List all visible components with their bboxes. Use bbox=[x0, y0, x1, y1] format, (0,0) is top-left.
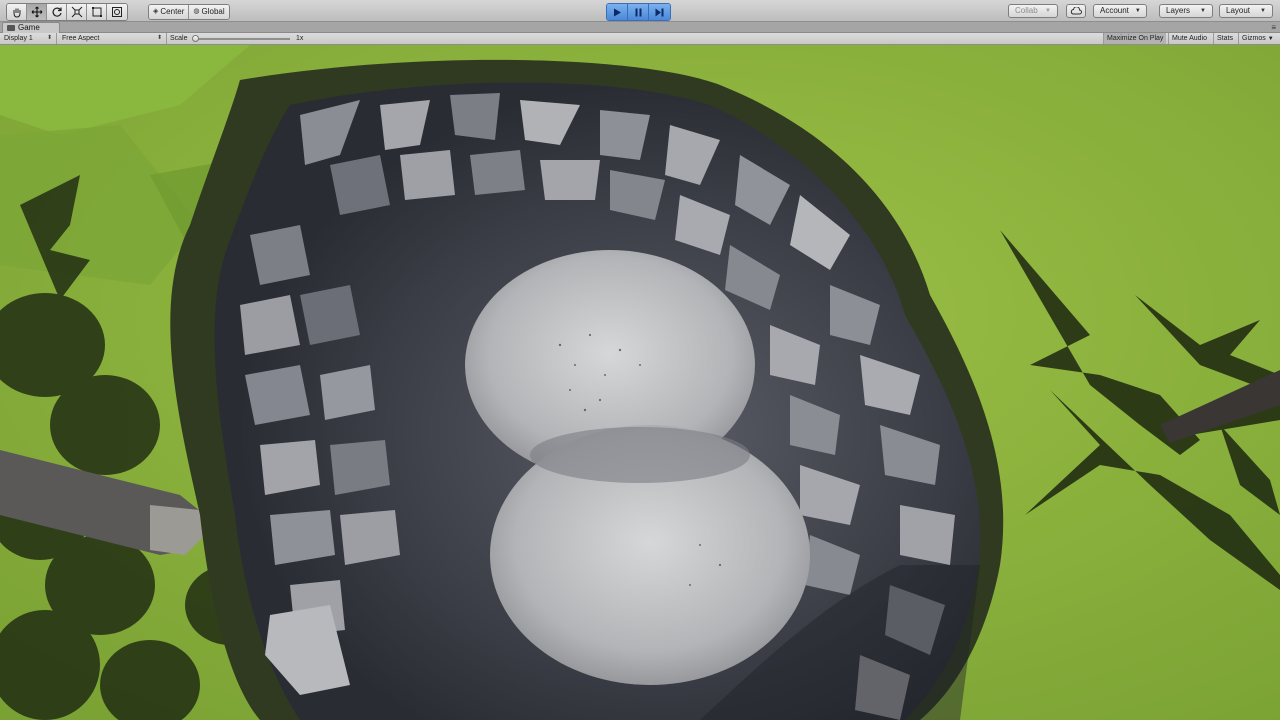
collab-label: Collab bbox=[1015, 6, 1038, 15]
pause-icon bbox=[635, 8, 641, 16]
gizmos-dropdown[interactable]: Gizmos ▼ bbox=[1238, 33, 1280, 44]
hand-tool-button[interactable] bbox=[7, 4, 27, 20]
collab-button[interactable]: Collab ▼ bbox=[1008, 4, 1058, 18]
cloud-button[interactable] bbox=[1066, 4, 1086, 18]
rotate-icon bbox=[52, 7, 62, 17]
scale-value: 1x bbox=[296, 35, 304, 42]
step-button[interactable] bbox=[649, 4, 670, 20]
aspect-label: Free Aspect bbox=[62, 35, 100, 42]
scale-label: Scale bbox=[170, 35, 188, 42]
pivot-toggle-group: ◈ Center ◍ Global bbox=[148, 4, 230, 20]
chevron-down-icon: ▼ bbox=[1267, 36, 1274, 42]
tab-game-label: Game bbox=[18, 23, 40, 32]
chevron-down-icon: ▼ bbox=[1260, 8, 1266, 14]
chevron-down-icon: ▼ bbox=[1200, 8, 1206, 14]
view-tab-strip: Game ≡ bbox=[0, 22, 1280, 33]
pivot-mode-label: Center bbox=[160, 7, 185, 16]
game-view-controls: Display 1 ⬍ Free Aspect ⬍ Scale 1x Maxim… bbox=[0, 33, 1280, 45]
cloud-icon bbox=[1070, 7, 1082, 15]
mute-audio-toggle[interactable]: Mute Audio bbox=[1168, 33, 1210, 44]
layers-dropdown[interactable]: Layers ▼ bbox=[1159, 4, 1213, 18]
globe-icon: ◍ bbox=[193, 8, 200, 15]
pivot-center-icon: ◈ bbox=[153, 8, 159, 15]
pit-floor-ridge bbox=[530, 427, 750, 483]
layers-label: Layers bbox=[1166, 6, 1191, 15]
mute-label: Mute Audio bbox=[1172, 35, 1208, 42]
stats-label: Stats bbox=[1217, 35, 1233, 42]
chevron-updown-icon: ⬍ bbox=[46, 35, 52, 41]
pivot-rotation-label: Global bbox=[201, 7, 225, 16]
game-scene bbox=[0, 45, 1280, 720]
gizmos-label: Gizmos bbox=[1242, 35, 1266, 42]
scale-icon bbox=[71, 6, 82, 18]
play-icon bbox=[613, 8, 621, 16]
hand-icon bbox=[13, 8, 20, 18]
game-viewport[interactable] bbox=[0, 45, 1280, 720]
chevron-updown-icon: ⬍ bbox=[156, 35, 162, 41]
transform-tool-group bbox=[6, 3, 128, 21]
step-icon bbox=[655, 8, 664, 16]
chevron-down-icon: ▼ bbox=[1045, 8, 1051, 14]
chevron-down-icon: ▼ bbox=[1134, 8, 1141, 14]
transform-icon bbox=[112, 7, 122, 17]
pause-button[interactable] bbox=[628, 4, 649, 20]
pivot-mode-button[interactable]: ◈ Center bbox=[149, 5, 189, 19]
display-dropdown[interactable]: Display 1 ⬍ bbox=[0, 33, 57, 44]
maximize-label: Maximize On Play bbox=[1107, 35, 1164, 42]
aspect-dropdown[interactable]: Free Aspect ⬍ bbox=[58, 33, 167, 44]
tab-menu-icon[interactable]: ≡ bbox=[1271, 23, 1276, 32]
scale-slider[interactable] bbox=[192, 35, 290, 42]
maximize-on-play-toggle[interactable]: Maximize On Play bbox=[1103, 33, 1167, 44]
scale-tool-button[interactable] bbox=[67, 4, 87, 20]
account-dropdown[interactable]: Account ▼ bbox=[1093, 4, 1147, 18]
rect-icon bbox=[91, 7, 102, 17]
play-controls bbox=[606, 3, 671, 21]
display-label: Display 1 bbox=[4, 35, 33, 42]
tab-game[interactable]: Game bbox=[2, 22, 60, 33]
scale-slider-thumb[interactable] bbox=[192, 35, 199, 42]
layout-label: Layout bbox=[1226, 6, 1251, 15]
pivot-rotation-button[interactable]: ◍ Global bbox=[188, 5, 229, 19]
move-tool-button[interactable] bbox=[27, 4, 47, 20]
move-icon bbox=[31, 6, 42, 18]
layout-dropdown[interactable]: Layout ▼ bbox=[1219, 4, 1273, 18]
account-label: Account bbox=[1100, 6, 1129, 15]
transform-tool-button[interactable] bbox=[107, 4, 127, 20]
play-button[interactable] bbox=[607, 4, 628, 20]
rotate-tool-button[interactable] bbox=[47, 4, 67, 20]
stats-toggle[interactable]: Stats bbox=[1213, 33, 1236, 44]
main-toolbar: ◈ Center ◍ Global Collab ▼ Account ▼ Lay… bbox=[0, 0, 1280, 22]
game-controller-icon bbox=[7, 25, 15, 31]
rect-tool-button[interactable] bbox=[87, 4, 107, 20]
